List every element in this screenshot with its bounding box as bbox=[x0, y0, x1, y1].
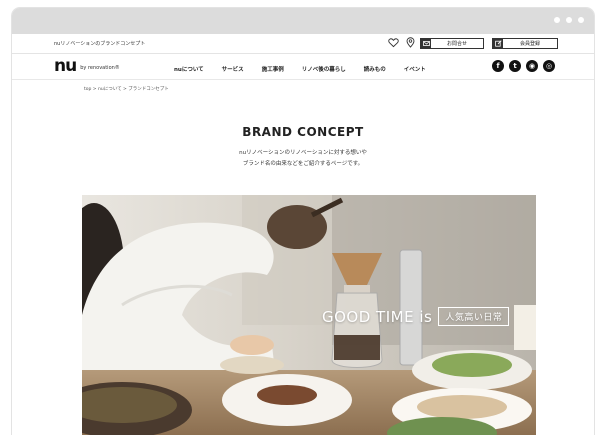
edit-icon bbox=[493, 39, 503, 48]
breadcrumb[interactable]: top > nuについて > ブランドコンセプト bbox=[84, 86, 169, 92]
window-dot-icon[interactable] bbox=[578, 17, 584, 23]
page-description: nuリノベーションのリノベーションに対する想いや ブランド名の由来などをご紹介す… bbox=[12, 148, 594, 170]
hero-copy-tag: 人気高い日常 bbox=[438, 307, 510, 326]
heart-icon[interactable] bbox=[388, 37, 399, 48]
hero-copy-text: GOOD TIME is bbox=[322, 307, 433, 326]
member-register-button[interactable]: 会員登録 bbox=[492, 38, 558, 49]
logo-subtitle: by renovation® bbox=[80, 65, 120, 71]
contact-button-label: お問合せ bbox=[446, 41, 467, 47]
nav-item-event[interactable]: イベント bbox=[404, 65, 426, 73]
window-dot-icon[interactable] bbox=[566, 17, 572, 23]
site-tagline: nuリノベーションのブランドコンセプト bbox=[54, 41, 146, 47]
twitter-icon[interactable]: t bbox=[509, 60, 521, 72]
page-title: BRAND CONCEPT bbox=[242, 125, 364, 139]
location-pin-icon[interactable] bbox=[405, 37, 416, 48]
nav-links: nuについて サービス 施工事例 リノベ後の暮らし 読みもの イベント bbox=[174, 65, 444, 73]
hero-image: GOOD TIME is 人気高い日常 bbox=[82, 195, 536, 435]
facebook-icon[interactable]: f bbox=[492, 60, 504, 72]
utility-bar: nuリノベーションのブランドコンセプト お問合せ 会員登録 bbox=[12, 34, 594, 54]
page-viewport: nuリノベーションのブランドコンセプト お問合せ 会員登録 nu by reno… bbox=[12, 34, 594, 435]
hero-copy: GOOD TIME is 人気高い日常 bbox=[322, 307, 510, 326]
nav-item-works[interactable]: 施工事例 bbox=[262, 65, 284, 73]
main-navigation: nu by renovation® nuについて サービス 施工事例 リノベ後の… bbox=[12, 54, 594, 80]
utility-icons bbox=[388, 37, 416, 48]
site-logo[interactable]: nu by renovation® bbox=[54, 56, 120, 76]
page-description-line: ブランド名の由来などをご紹介するページです。 bbox=[242, 161, 364, 167]
member-register-label: 会員登録 bbox=[519, 41, 540, 47]
logo-mark: nu bbox=[54, 56, 77, 76]
mail-icon bbox=[421, 39, 431, 48]
nav-item-reading[interactable]: 読みもの bbox=[364, 65, 386, 73]
window-dot-icon[interactable] bbox=[554, 17, 560, 23]
nav-item-service[interactable]: サービス bbox=[222, 65, 244, 73]
page-description-line: nuリノベーションのリノベーションに対する想いや bbox=[239, 150, 367, 156]
nav-item-life[interactable]: リノベ後の暮らし bbox=[302, 65, 346, 73]
line-icon[interactable]: ◉ bbox=[526, 60, 538, 72]
window-controls bbox=[554, 17, 584, 23]
nav-item-about[interactable]: nuについて bbox=[174, 65, 204, 73]
instagram-icon[interactable]: ◎ bbox=[543, 60, 555, 72]
contact-button[interactable]: お問合せ bbox=[420, 38, 484, 49]
browser-window: nuリノベーションのブランドコンセプト お問合せ 会員登録 nu by reno… bbox=[12, 8, 594, 435]
browser-chrome-bar bbox=[12, 8, 594, 34]
social-links: f t ◉ ◎ bbox=[492, 60, 555, 72]
